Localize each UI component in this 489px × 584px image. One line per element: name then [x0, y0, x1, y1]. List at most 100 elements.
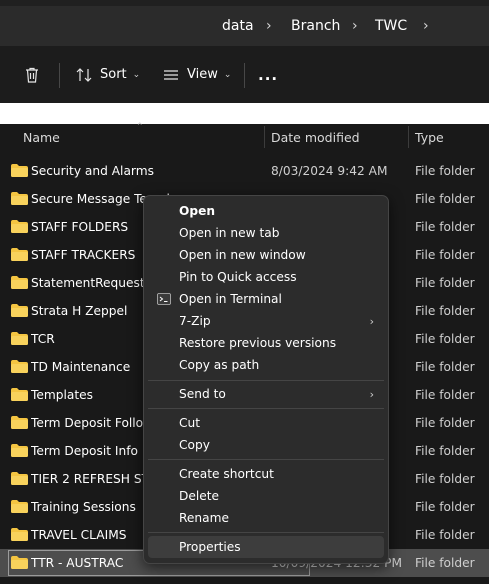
- menu-item-open-new-window[interactable]: Open in new window: [148, 244, 384, 266]
- view-icon: [164, 69, 178, 80]
- row-type: File folder: [415, 276, 475, 290]
- column-date-modified[interactable]: Date modified: [271, 124, 360, 150]
- row-type: File folder: [415, 248, 475, 262]
- menu-item-label: Copy: [179, 438, 210, 452]
- folder-icon: [11, 528, 28, 541]
- row-type: File folder: [415, 444, 475, 458]
- details-strip: [0, 103, 489, 124]
- row-type: File folder: [415, 416, 475, 430]
- folder-icon: [11, 248, 28, 261]
- folder-icon: [11, 444, 28, 457]
- column-divider[interactable]: [408, 126, 409, 148]
- menu-item-properties[interactable]: Properties: [148, 536, 384, 558]
- delete-button[interactable]: [23, 46, 41, 103]
- menu-item-open-terminal[interactable]: Open in Terminal: [148, 288, 384, 310]
- toolbar-divider: [59, 63, 60, 88]
- menu-item-rename[interactable]: Rename: [148, 507, 384, 529]
- menu-item-label: Properties: [179, 540, 241, 554]
- menu-separator: [148, 380, 384, 381]
- row-type: File folder: [415, 556, 475, 570]
- view-button[interactable]: View ⌄: [162, 46, 231, 103]
- menu-item-label: Send to: [179, 387, 226, 401]
- sort-label: Sort: [100, 67, 127, 82]
- menu-item-cut[interactable]: Cut: [148, 412, 384, 434]
- row-type: File folder: [415, 164, 475, 178]
- chevron-down-icon: ⌄: [223, 69, 232, 80]
- row-type: File folder: [415, 500, 475, 514]
- menu-separator: [148, 532, 384, 533]
- column-type[interactable]: Type: [415, 124, 444, 150]
- folder-icon: [11, 164, 28, 177]
- menu-item-pin-quick-access[interactable]: Pin to Quick access: [148, 266, 384, 288]
- menu-item-delete[interactable]: Delete: [148, 485, 384, 507]
- chevron-right-icon[interactable]: ›: [423, 6, 429, 46]
- chevron-right-icon[interactable]: ›: [352, 6, 358, 46]
- menu-item-label: Rename: [179, 511, 229, 525]
- row-type: File folder: [415, 472, 475, 486]
- chevron-right-icon[interactable]: ›: [266, 6, 272, 46]
- chevron-right-icon: ›: [369, 314, 374, 328]
- menu-item-label: 7-Zip: [179, 314, 211, 328]
- menu-item-label: Restore previous versions: [179, 336, 337, 350]
- folder-icon: [11, 500, 28, 513]
- chevron-down-icon: ⌄: [132, 69, 141, 80]
- folder-icon: [11, 332, 28, 345]
- folder-icon: [11, 388, 28, 401]
- more-button[interactable]: ...: [258, 46, 278, 103]
- column-divider[interactable]: [264, 126, 265, 148]
- row-type: File folder: [415, 304, 475, 318]
- row-type: File folder: [415, 332, 475, 346]
- menu-item-restore-versions[interactable]: Restore previous versions: [148, 332, 384, 354]
- view-label: View: [187, 67, 218, 82]
- menu-item-copy-as-path[interactable]: Copy as path: [148, 354, 384, 376]
- row-date: 8/03/2024 9:42 AM: [271, 164, 388, 178]
- row-type: File folder: [415, 528, 475, 542]
- row-type: File folder: [415, 388, 475, 402]
- menu-item-label: Cut: [179, 416, 201, 430]
- sort-icon: [76, 67, 92, 82]
- folder-icon: [11, 416, 28, 429]
- column-name[interactable]: Name: [23, 124, 60, 150]
- row-type: File folder: [415, 192, 475, 206]
- table-row[interactable]: Security and Alarms 8/03/2024 9:42 AM Fi…: [0, 157, 489, 185]
- breadcrumb-item-twc[interactable]: TWC: [375, 6, 407, 46]
- folder-icon: [11, 556, 28, 569]
- menu-item-label: Copy as path: [179, 358, 260, 372]
- menu-item-create-shortcut[interactable]: Create shortcut: [148, 463, 384, 485]
- menu-item-send-to[interactable]: Send to ›: [148, 383, 384, 405]
- delete-icon: [26, 67, 38, 83]
- menu-item-7zip[interactable]: 7-Zip ›: [148, 310, 384, 332]
- menu-item-label: Open in new window: [179, 248, 306, 262]
- folder-icon: [11, 472, 28, 485]
- folder-icon: [11, 220, 28, 233]
- command-bar: Sort ⌄ View ⌄ ...: [0, 46, 489, 103]
- column-header: ⌃ Name Date modified Type: [0, 122, 489, 150]
- terminal-icon: [157, 293, 171, 305]
- menu-item-open[interactable]: Open: [148, 200, 384, 222]
- menu-item-label: Open in new tab: [179, 226, 280, 240]
- menu-item-label: Delete: [179, 489, 220, 503]
- folder-icon: [11, 192, 28, 205]
- breadcrumb-item-data[interactable]: data: [222, 6, 254, 46]
- menu-item-copy[interactable]: Copy: [148, 434, 384, 456]
- folder-icon: [11, 360, 28, 373]
- toolbar-divider: [244, 63, 245, 88]
- folder-icon: [11, 276, 28, 289]
- menu-item-open-new-tab[interactable]: Open in new tab: [148, 222, 384, 244]
- menu-item-label: Open in Terminal: [179, 292, 282, 306]
- sort-button[interactable]: Sort ⌄: [75, 46, 140, 103]
- row-type: File folder: [415, 220, 475, 234]
- sort-ascending-icon: ⌃: [136, 122, 144, 132]
- menu-separator: [148, 459, 384, 460]
- folder-icon: [11, 304, 28, 317]
- more-icon: ...: [258, 65, 279, 84]
- menu-item-label: Create shortcut: [179, 467, 274, 481]
- chevron-right-icon: ›: [369, 387, 374, 401]
- context-menu: Open Open in new tab Open in new window …: [143, 195, 389, 564]
- menu-separator: [148, 408, 384, 409]
- row-type: File folder: [415, 360, 475, 374]
- menu-item-label: Open: [179, 204, 216, 218]
- breadcrumb-item-branch[interactable]: Branch: [291, 6, 340, 46]
- breadcrumb: data › Branch › TWC ›: [0, 6, 489, 46]
- menu-item-label: Pin to Quick access: [179, 270, 297, 284]
